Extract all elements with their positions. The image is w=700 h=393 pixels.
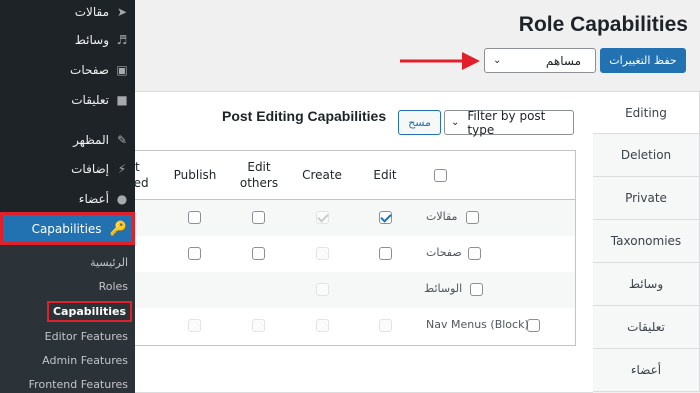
submenu-item-roles[interactable]: Roles (99, 280, 128, 293)
select-all-checkbox[interactable] (434, 169, 447, 182)
panel-title: Post Editing Capabilities (222, 108, 387, 124)
user-icon: ● (116, 192, 128, 206)
create-checkbox (316, 247, 329, 260)
tab-media[interactable]: وسائط (592, 263, 700, 306)
sidebar-item-comments[interactable]: تعليقات ■ (0, 86, 135, 114)
capabilities-table: Edit Create Edit others Publish t ned مق… (130, 150, 576, 346)
submenu-item-home[interactable]: الرئيسية (90, 256, 128, 269)
row-label: مقالات (426, 210, 458, 223)
comment-icon: ■ (116, 93, 128, 107)
tab-editing[interactable]: Editing (592, 91, 700, 134)
brush-icon: ✎ (116, 133, 128, 147)
sidebar-item-appearance[interactable]: المظهر ✎ (0, 126, 135, 154)
row-label: الوسائط (424, 282, 463, 295)
row-label: صفحات (426, 246, 462, 259)
sidebar-item-media[interactable]: وسائط ♬ (0, 26, 135, 54)
capability-tabs: Editing Deletion Private Taxonomies وسائ… (592, 91, 700, 393)
save-changes-button[interactable]: حفظ التغييرات (600, 48, 686, 73)
sidebar-item-label: المظهر (73, 133, 109, 147)
key-icon: 🔑 (109, 220, 127, 237)
column-header-publish: Publish (173, 168, 217, 182)
publish-checkbox (188, 319, 201, 332)
sidebar-item-posts[interactable]: مقالات ➤ (0, 0, 135, 26)
column-header-edit: Edit (373, 168, 397, 182)
role-select[interactable]: ⌄ مساهم (484, 48, 596, 73)
filter-label: Filter by post type (467, 108, 546, 137)
post-type-filter[interactable]: ⌄ Filter by post type (444, 108, 574, 137)
create-checkbox (316, 211, 329, 224)
edit-checkbox[interactable] (379, 211, 392, 224)
pages-icon: ▣ (116, 63, 128, 77)
capabilities-submenu: الرئيسية Roles Capabilities Editor Featu… (0, 245, 135, 393)
sidebar-item-label: تعليقات (71, 93, 109, 107)
sidebar-item-plugins[interactable]: إضافات ⚡ (0, 155, 135, 183)
role-select-value: مساهم (545, 53, 581, 68)
column-header-create: Create (302, 168, 342, 182)
edit-others-checkbox[interactable] (252, 211, 265, 224)
sidebar-item-label: وسائط (74, 33, 109, 47)
table-row: الوسائط (130, 272, 575, 308)
chevron-down-icon: ⌄ (493, 55, 502, 66)
sidebar-item-label: مقالات (74, 5, 109, 19)
publish-checkbox[interactable] (188, 211, 201, 224)
sidebar-item-label: إضافات (71, 162, 109, 176)
sidebar-item-pages[interactable]: صفحات ▣ (0, 56, 135, 84)
column-header-edit-others: Edit others (239, 160, 279, 190)
sidebar-item-label: Capabilities (31, 221, 102, 236)
tab-comments[interactable]: تعليقات (592, 306, 700, 349)
edit-others-checkbox (252, 319, 265, 332)
sidebar-item-capabilities[interactable]: Capabilities 🔑 (0, 212, 135, 245)
submenu-item-admin-features[interactable]: Admin Features (42, 354, 128, 367)
pin-icon: ➤ (116, 5, 128, 19)
tab-deletion[interactable]: Deletion (592, 134, 700, 177)
row-label: Nav Menus (Block) (426, 318, 529, 331)
edit-others-checkbox[interactable] (252, 247, 265, 260)
plugin-icon: ⚡ (117, 162, 127, 176)
page-title: Role Capabilities (518, 13, 688, 36)
row-select-checkbox[interactable] (466, 211, 479, 224)
table-row: مقالات (130, 200, 575, 236)
create-checkbox (316, 283, 329, 296)
table-row: Nav Menus (Block) (130, 308, 575, 344)
submenu-item-editor-features[interactable]: Editor Features (45, 330, 128, 343)
media-icon: ♬ (116, 33, 128, 47)
chevron-down-icon: ⌄ (451, 117, 460, 128)
sidebar-item-users[interactable]: أعضاء ● (0, 185, 135, 213)
submenu-item-capabilities[interactable]: Capabilities (46, 301, 133, 322)
sidebar-item-label: أعضاء (78, 192, 109, 206)
tab-private[interactable]: Private (592, 177, 700, 220)
publish-checkbox[interactable] (188, 247, 201, 260)
table-row: صفحات (130, 236, 575, 272)
submenu-item-frontend-features[interactable]: Frontend Features (29, 378, 128, 391)
edit-checkbox (379, 319, 392, 332)
sidebar-item-label: صفحات (70, 63, 109, 77)
row-select-checkbox[interactable] (470, 283, 483, 296)
tab-users[interactable]: أعضاء (592, 349, 700, 392)
edit-checkbox[interactable] (379, 247, 392, 260)
tab-taxonomies[interactable]: Taxonomies (592, 220, 700, 263)
annotation-arrow-icon (400, 52, 480, 70)
row-select-checkbox[interactable] (527, 319, 540, 332)
admin-sidebar: مقالات ➤ وسائط ♬ صفحات ▣ تعليقات ■ المظه… (0, 0, 135, 393)
row-select-checkbox[interactable] (468, 247, 481, 260)
clear-button[interactable]: مسح (398, 110, 441, 135)
create-checkbox (316, 319, 329, 332)
